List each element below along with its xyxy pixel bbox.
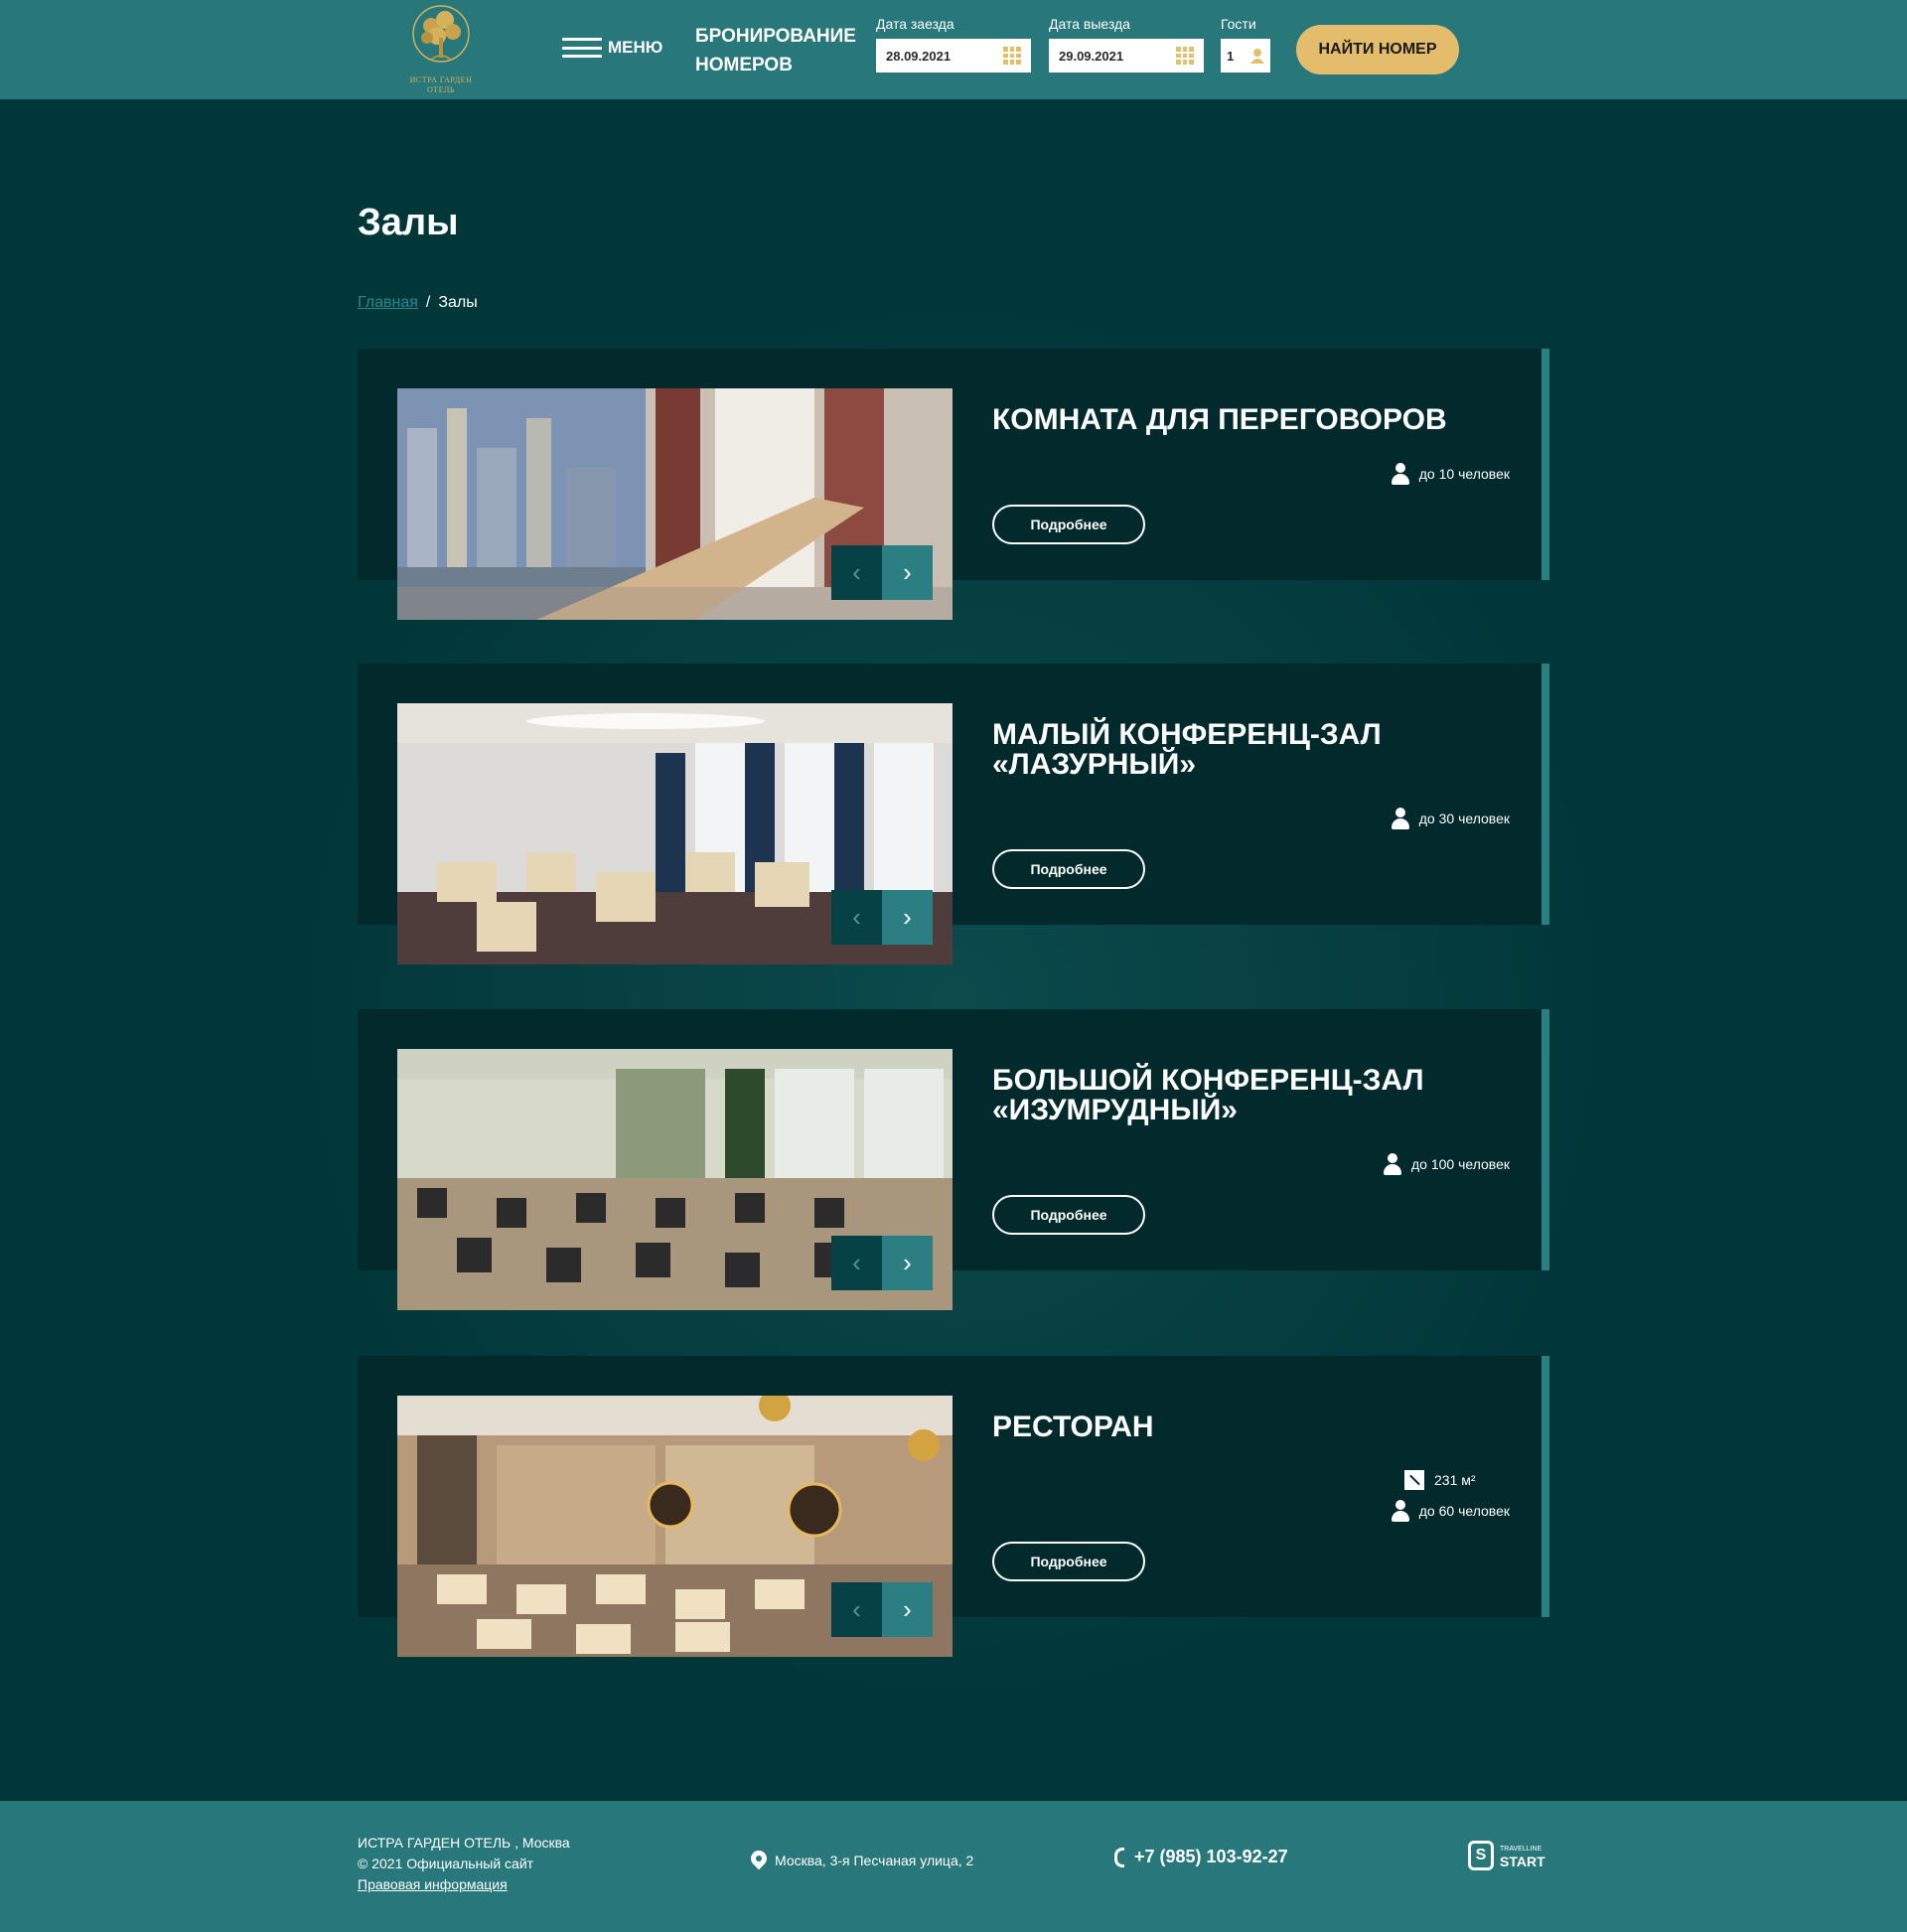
capacity-text: до 100 человек — [1410, 1156, 1510, 1172]
capacity-text: до 10 человек — [1418, 466, 1510, 482]
tree-logo-icon — [412, 5, 470, 63]
burger-menu-icon — [562, 38, 602, 58]
hall-capacity: до 60 человек — [1391, 1500, 1510, 1522]
footer-copyright: © 2021 Официальный сайт — [358, 1856, 534, 1871]
chevron-left-icon[interactable]: ‹ — [831, 1582, 882, 1637]
travelline-logo[interactable]: S TRAVELLINE START — [1468, 1841, 1545, 1870]
footer-hotel-name: ИСТРА ГАРДЕН ОТЕЛЬ , Москва — [358, 1835, 570, 1851]
footer-info: ИСТРА ГАРДЕН ОТЕЛЬ , Москва © 2021 Офици… — [358, 1833, 570, 1895]
footer-phone[interactable]: +7 (985) 103-92-27 — [1114, 1847, 1288, 1867]
details-button[interactable]: Подробнее — [992, 1542, 1145, 1581]
hall-photo: ‹ › — [397, 388, 953, 620]
person-icon — [1391, 463, 1409, 485]
find-room-button[interactable]: НАЙТИ НОМЕР — [1296, 25, 1459, 74]
map-pin-icon — [751, 1851, 767, 1870]
chevron-right-icon[interactable]: › — [882, 1582, 933, 1637]
person-icon — [1391, 1500, 1409, 1522]
brand-text: TRAVELLINE START — [1500, 1844, 1545, 1869]
menu-button[interactable]: МЕНЮ — [562, 38, 662, 58]
brand-big: START — [1500, 1854, 1545, 1869]
hall-photo: ‹ › — [397, 1396, 953, 1657]
hall-capacity: до 30 человек — [1391, 808, 1510, 829]
details-button[interactable]: Подробнее — [992, 505, 1145, 544]
hall-title: РЕСТОРАН — [992, 1411, 1154, 1443]
guests-field[interactable]: 1 — [1221, 39, 1270, 73]
guests-value: 1 — [1227, 48, 1235, 64]
phone-icon — [1114, 1847, 1124, 1867]
breadcrumb: Главная / Залы — [358, 294, 478, 312]
site-header: ИСТРА ГАРДЕН ОТЕЛЬ МЕНЮ БРОНИРОВАНИЕ НОМ… — [0, 0, 1907, 99]
hotel-logo[interactable]: ИСТРА ГАРДЕН ОТЕЛЬ — [401, 4, 481, 97]
chevron-right-icon[interactable]: › — [882, 1236, 933, 1290]
footer-address: Москва, 3-я Песчаная улица, 2 — [751, 1851, 973, 1870]
capacity-text: до 60 человек — [1418, 1503, 1510, 1519]
breadcrumb-home-link[interactable]: Главная — [358, 294, 418, 312]
hall-capacity: до 100 человек — [1383, 1153, 1510, 1175]
chevron-left-icon[interactable]: ‹ — [831, 1236, 882, 1290]
chevron-right-icon[interactable]: › — [882, 545, 933, 600]
guests-label: Гости — [1221, 16, 1256, 32]
hall-area: 231 м² — [1404, 1470, 1510, 1490]
hall-capacity: до 10 человек — [1391, 463, 1510, 485]
photo-slider-nav: ‹ › — [831, 890, 933, 945]
person-icon — [1383, 1153, 1401, 1175]
hall-photo: ‹ › — [397, 703, 953, 965]
person-icon — [1391, 808, 1409, 829]
checkout-date-field[interactable]: 29.09.2021 — [1049, 39, 1204, 73]
checkin-label: Дата заезда — [876, 16, 954, 32]
page-title: Залы — [358, 202, 459, 243]
calendar-icon — [1176, 47, 1194, 65]
chevron-left-icon[interactable]: ‹ — [831, 545, 882, 600]
details-button[interactable]: Подробнее — [992, 849, 1145, 889]
photo-slider-nav: ‹ › — [831, 545, 933, 600]
legal-info-link[interactable]: Правовая информация — [358, 1876, 508, 1892]
hall-title: КОМНАТА ДЛЯ ПЕРЕГОВОРОВ — [992, 403, 1447, 436]
checkin-value: 28.09.2021 — [886, 48, 952, 64]
menu-label: МЕНЮ — [608, 38, 663, 57]
hall-photo: ‹ › — [397, 1049, 953, 1310]
chevron-right-icon[interactable]: › — [882, 890, 933, 945]
hall-title: МАЛЫЙ КОНФЕРЕНЦ-ЗАЛ «ЛАЗУРНЫЙ» — [992, 718, 1382, 781]
guest-icon — [1250, 49, 1264, 64]
checkout-label: Дата выезда — [1049, 16, 1130, 32]
calendar-icon — [1003, 47, 1021, 65]
checkout-value: 29.09.2021 — [1059, 48, 1124, 64]
logo-text: ИСТРА ГАРДЕН ОТЕЛЬ — [409, 75, 473, 94]
hall-title: БОЛЬШОЙ КОНФЕРЕНЦ-ЗАЛ «ИЗУМРУДНЫЙ» — [992, 1064, 1424, 1126]
photo-slider-nav: ‹ › — [831, 1236, 933, 1290]
area-icon — [1404, 1470, 1424, 1490]
breadcrumb-separator: / — [425, 294, 431, 311]
booking-title: БРОНИРОВАНИЕ НОМЕРОВ — [695, 26, 856, 75]
area-text: 231 м² — [1434, 1472, 1476, 1488]
address-text: Москва, 3-я Песчаная улица, 2 — [775, 1853, 974, 1868]
site-footer: ИСТРА ГАРДЕН ОТЕЛЬ , Москва © 2021 Офици… — [0, 1801, 1907, 1932]
photo-slider-nav: ‹ › — [831, 1582, 933, 1637]
details-button[interactable]: Подробнее — [992, 1195, 1145, 1235]
chevron-left-icon[interactable]: ‹ — [831, 890, 882, 945]
phone-text: +7 (985) 103-92-27 — [1134, 1847, 1288, 1866]
checkin-date-field[interactable]: 28.09.2021 — [876, 39, 1031, 73]
capacity-text: до 30 человек — [1418, 811, 1510, 826]
travelline-icon: S — [1468, 1841, 1494, 1870]
breadcrumb-current: Залы — [438, 294, 478, 311]
